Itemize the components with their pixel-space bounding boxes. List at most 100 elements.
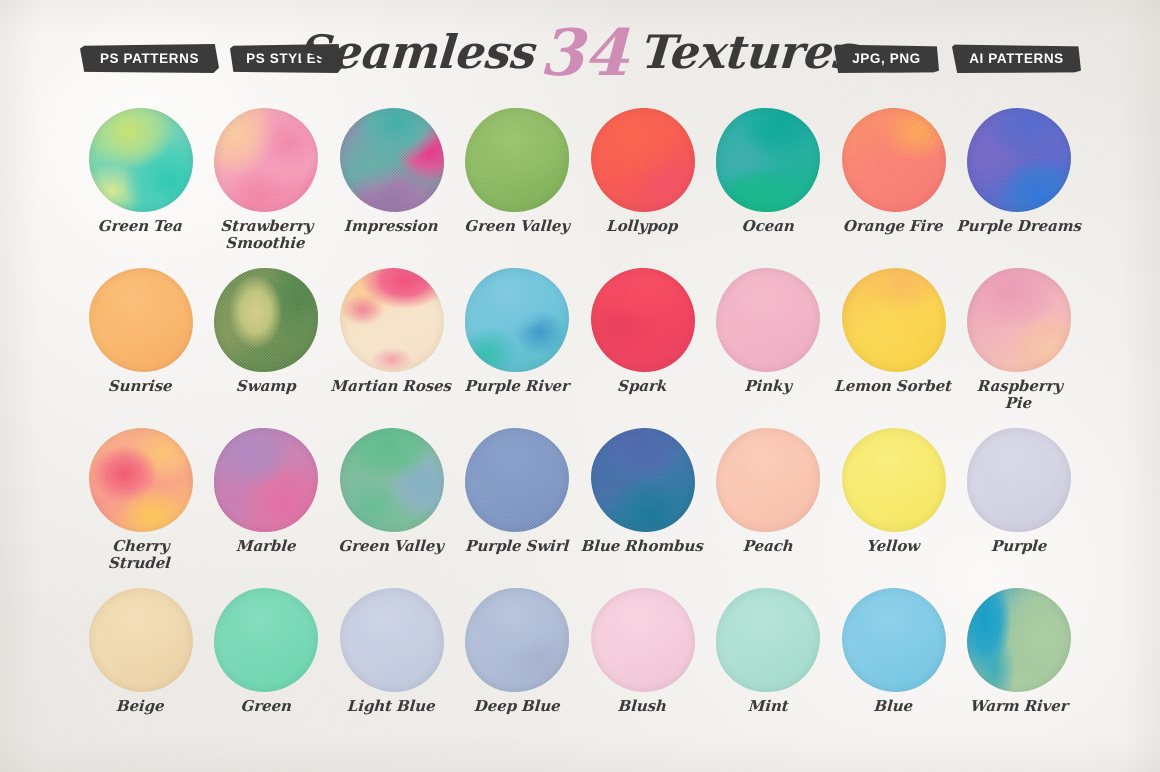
swatch-label: Martian Roses [330, 377, 453, 395]
swatch-blob-wrap [88, 268, 193, 372]
header: PS PATTERNS PS STYLES Seamless 34 Textur… [0, 0, 1160, 100]
texture-swatch[interactable]: Cherry Strudel [78, 428, 204, 588]
watercolor-blob [841, 588, 946, 692]
texture-swatch[interactable]: Green Valley [455, 108, 581, 268]
texture-swatch[interactable]: Blush [580, 588, 706, 748]
swatch-label: Green [240, 697, 293, 715]
swatch-label: Green Valley [464, 217, 571, 235]
texture-swatch[interactable]: Beige [78, 588, 204, 748]
swatch-label: Purple Dreams [956, 217, 1083, 235]
badge-jpg-png-label: JPG, PNG [852, 51, 921, 66]
texture-swatch[interactable]: Impression [329, 108, 455, 268]
watercolor-blob [967, 588, 1072, 692]
swatch-label: Purple [990, 537, 1048, 555]
swatch-blob-wrap [841, 268, 946, 372]
badge-jpg-png[interactable]: JPG, PNG [834, 44, 939, 73]
watercolor-blob [590, 108, 695, 212]
watercolor-blob [590, 428, 695, 532]
swatch-label: Blush [617, 697, 668, 715]
swatch-label: Orange Fire [843, 217, 945, 235]
watercolor-blob [339, 428, 444, 532]
texture-swatch[interactable]: Lollypop [580, 108, 706, 268]
swatch-label: Green Valley [338, 537, 445, 555]
texture-swatch[interactable]: Yellow [831, 428, 957, 588]
watercolor-blob [716, 588, 821, 692]
badge-ai-patterns[interactable]: AI PATTERNS [952, 44, 1081, 73]
texture-swatch[interactable]: Spark [580, 268, 706, 428]
texture-swatch[interactable]: Lemon Sorbet [831, 268, 957, 428]
texture-swatch[interactable]: Peach [706, 428, 832, 588]
swatch-blob-wrap [967, 588, 1072, 692]
texture-swatch[interactable]: Mint [706, 588, 832, 748]
swatch-blob-wrap [967, 108, 1072, 212]
watercolor-blob [967, 428, 1072, 532]
swatch-blob-wrap [841, 588, 946, 692]
texture-swatch[interactable]: Green Tea [78, 108, 204, 268]
swatch-blob-wrap [590, 428, 695, 532]
swatch-blob-wrap [214, 268, 319, 372]
swatch-label: Raspberry Pie [976, 377, 1064, 412]
page-content: PS PATTERNS PS STYLES Seamless 34 Textur… [0, 0, 1160, 772]
texture-swatch[interactable]: Martian Roses [329, 268, 455, 428]
texture-swatch[interactable]: Purple [957, 428, 1083, 588]
watercolor-blob [214, 428, 319, 532]
watercolor-blob [590, 588, 695, 692]
swatch-blob-wrap [214, 588, 319, 692]
title-part1: Seamless [298, 25, 540, 79]
swatch-blob-wrap [590, 108, 695, 212]
swatch-label: Ocean [741, 217, 796, 235]
swatch-blob-wrap [590, 268, 695, 372]
swatch-label: Purple Swirl [465, 537, 570, 555]
texture-swatch[interactable]: Orange Fire [831, 108, 957, 268]
texture-swatch[interactable]: Deep Blue [455, 588, 581, 748]
watercolor-blob [339, 588, 444, 692]
badge-ps-patterns[interactable]: PS PATTERNS [80, 44, 219, 73]
texture-swatch[interactable]: Light Blue [329, 588, 455, 748]
texture-swatch[interactable]: Green Valley [329, 428, 455, 588]
texture-swatch[interactable]: Blue [831, 588, 957, 748]
swatch-blob-wrap [214, 108, 319, 212]
watercolor-blob [339, 268, 444, 372]
texture-swatch[interactable]: Strawberry Smoothie [204, 108, 330, 268]
watercolor-blob [88, 268, 193, 372]
watercolor-blob [88, 428, 193, 532]
swatch-blob-wrap [88, 428, 193, 532]
texture-swatch[interactable]: Sunrise [78, 268, 204, 428]
watercolor-blob [88, 108, 193, 212]
swatch-label: Blue [873, 697, 914, 715]
watercolor-blob [716, 108, 821, 212]
texture-swatch[interactable]: Green [204, 588, 330, 748]
swatch-label: Warm River [969, 697, 1069, 715]
texture-swatch[interactable]: Pinky [706, 268, 832, 428]
swatch-blob-wrap [465, 428, 570, 532]
swatch-blob-wrap [465, 268, 570, 372]
watercolor-blob [590, 268, 695, 372]
swatch-label: Deep Blue [473, 697, 561, 715]
watercolor-blob [465, 268, 570, 372]
texture-swatch[interactable]: Warm River [957, 588, 1083, 748]
watercolor-blob [716, 268, 821, 372]
swatch-label: Swamp [235, 377, 297, 395]
swatch-label: Sunrise [108, 377, 174, 395]
texture-swatch[interactable]: Ocean [706, 108, 832, 268]
swatch-blob-wrap [88, 108, 193, 212]
watercolor-blob [88, 588, 193, 692]
texture-swatch[interactable]: Raspberry Pie [957, 268, 1083, 428]
texture-swatch-grid: Green Tea Strawberry Smoothie Impression Gre… [78, 108, 1082, 748]
watercolor-blob [465, 428, 570, 532]
texture-swatch[interactable]: Blue Rhombus [580, 428, 706, 588]
texture-swatch[interactable]: Swamp [204, 268, 330, 428]
texture-swatch[interactable]: Marble [204, 428, 330, 588]
swatch-label: Spark [617, 377, 669, 395]
swatch-blob-wrap [590, 588, 695, 692]
texture-swatch[interactable]: Purple Dreams [956, 108, 1083, 268]
watercolor-blob [967, 268, 1072, 372]
texture-swatch[interactable]: Purple River [455, 268, 581, 428]
swatch-blob-wrap [339, 268, 444, 372]
watercolor-blob [465, 108, 570, 212]
swatch-label: Cherry Strudel [108, 537, 172, 572]
texture-swatch[interactable]: Purple Swirl [455, 428, 581, 588]
watercolor-blob [716, 428, 821, 532]
swatch-label: Pinky [744, 377, 793, 395]
swatch-blob-wrap [716, 588, 821, 692]
